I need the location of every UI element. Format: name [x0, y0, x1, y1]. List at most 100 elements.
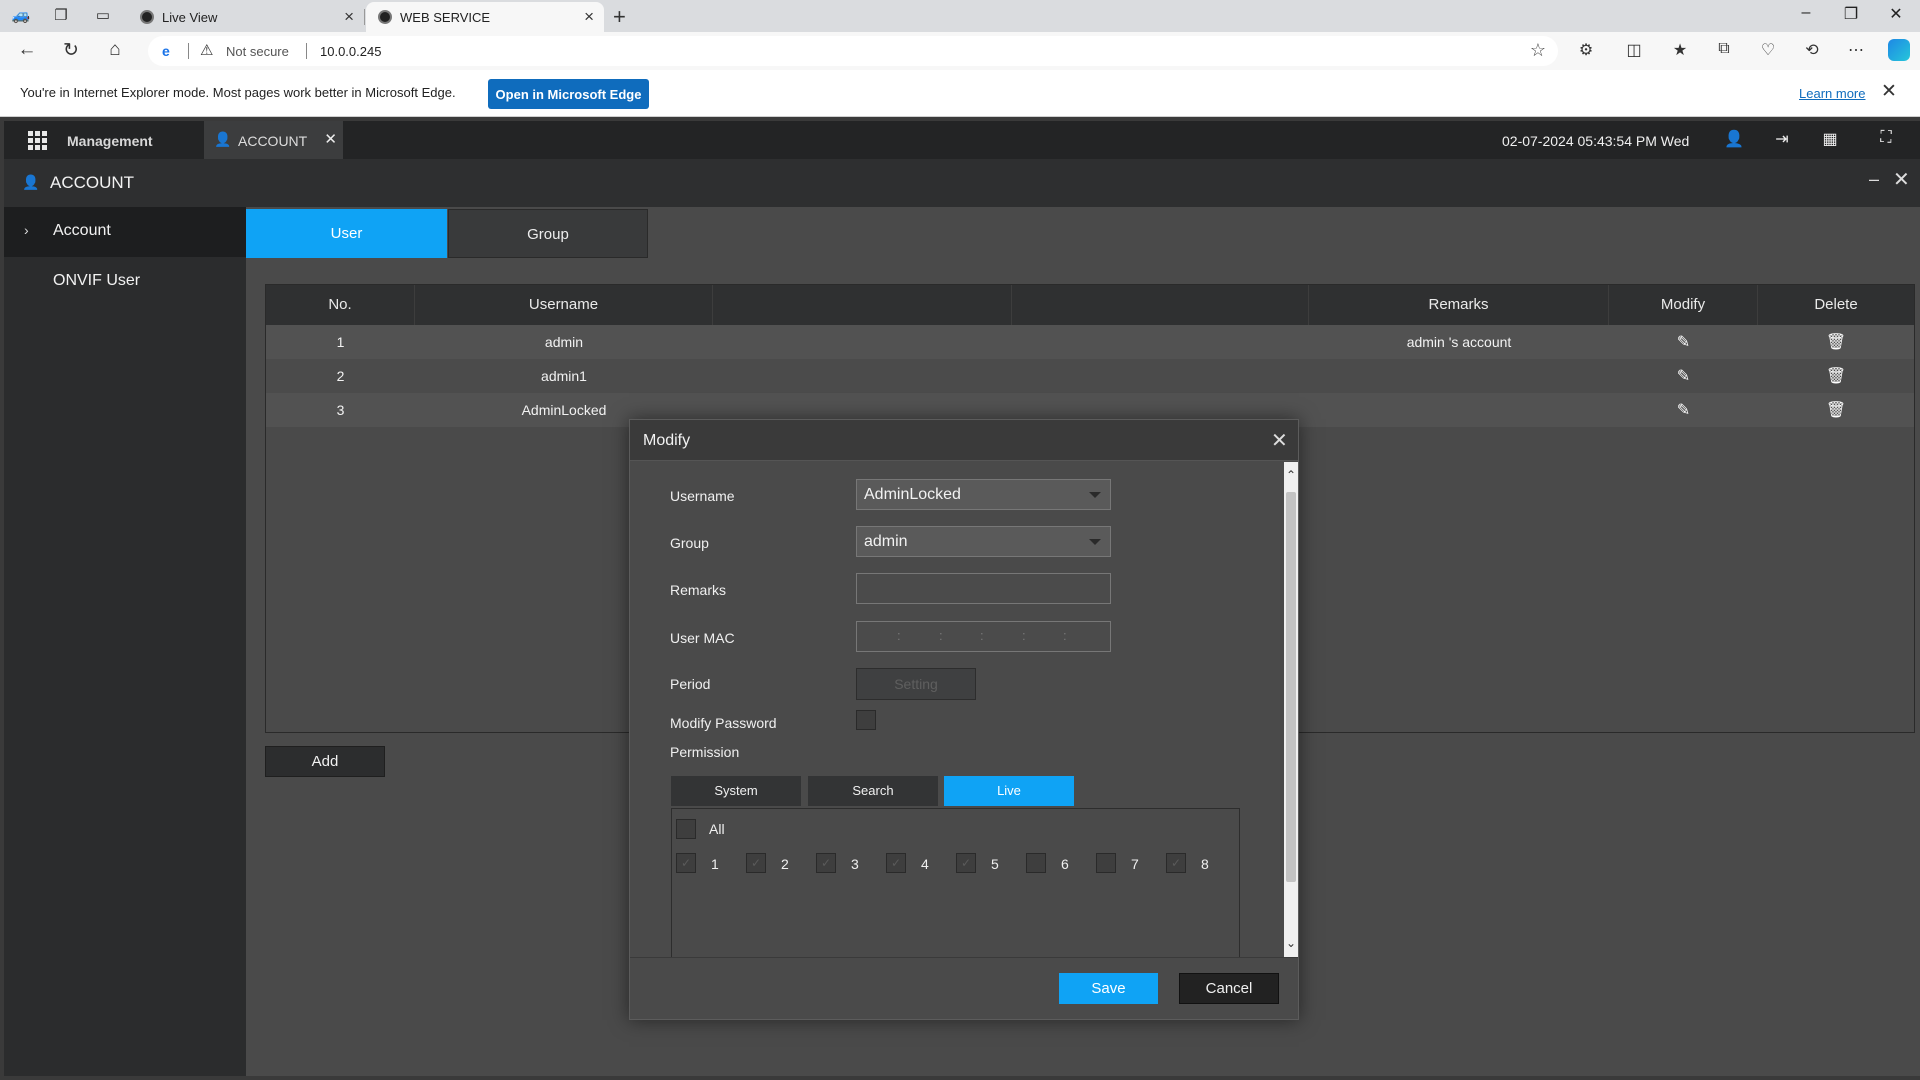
channel-checkbox[interactable] [1026, 853, 1046, 873]
browser-tab-live-view[interactable]: Live View × [128, 2, 365, 32]
back-icon[interactable]: ← [14, 39, 40, 61]
close-panel-icon[interactable]: ✕ [1893, 167, 1910, 192]
pencil-icon[interactable]: ✎ [1677, 368, 1690, 385]
scrollbar-thumb[interactable] [1286, 492, 1296, 882]
ie-reload-icon[interactable]: ⟲ [1800, 40, 1824, 62]
table-row[interactable]: 1 admin admin 's account ✎ 🗑 [266, 325, 1914, 359]
url-text[interactable]: 10.0.0.245 [320, 44, 381, 59]
period-setting-button[interactable]: Setting [856, 668, 976, 700]
ie-mode-icon[interactable]: e [162, 43, 178, 59]
permission-tab-system[interactable]: System [671, 776, 801, 806]
browser-tab-label: Live View [162, 10, 218, 25]
favorite-star-icon[interactable]: ☆ [1530, 40, 1546, 61]
permission-tab-live[interactable]: Live [944, 776, 1074, 806]
browser-essentials-icon[interactable]: ♡ [1756, 40, 1780, 62]
dialog-scrollbar[interactable]: ⌃ ⌄ [1284, 462, 1298, 957]
pencil-icon[interactable]: ✎ [1677, 402, 1690, 419]
channel-checkbox[interactable]: ✓ [1166, 853, 1186, 873]
close-app-tab-icon[interactable]: ✕ [324, 130, 337, 148]
copilot-icon[interactable] [1888, 39, 1910, 61]
restore-window-icon[interactable]: ❐ [1831, 4, 1871, 24]
address-bar[interactable]: e ⚠ Not secure 10.0.0.245 ☆ [148, 36, 1558, 66]
permission-tab-search[interactable]: Search [808, 776, 938, 806]
modify-password-label: Modify Password [670, 715, 777, 731]
channel-checkbox[interactable]: ✓ [746, 853, 766, 873]
refresh-icon[interactable]: ↻ [58, 39, 84, 62]
tab-user[interactable]: User [246, 209, 447, 258]
home-icon[interactable]: ⌂ [102, 39, 128, 61]
sidebar-item-account[interactable]: › Account [4, 207, 246, 257]
chevron-right-icon: › [24, 222, 29, 238]
close-tab-icon[interactable]: × [584, 7, 594, 27]
trash-icon[interactable]: 🗑 [1826, 334, 1846, 351]
browser-tab-web-service[interactable]: WEB SERVICE × [366, 2, 604, 32]
trash-icon[interactable]: 🗑 [1826, 368, 1846, 385]
extensions-icon[interactable]: ⚙ [1574, 40, 1598, 62]
close-tab-icon[interactable]: × [344, 7, 354, 27]
username-select[interactable]: AdminLocked [856, 479, 1111, 510]
split-screen-icon[interactable]: ◫ [1622, 40, 1646, 62]
table-row[interactable]: 2 admin1 ✎ 🗑 [266, 359, 1914, 393]
browser-tab-bar: 🚙 ❐ ▭ Live View × WEB SERVICE × + – ❐ ✕ [0, 0, 1920, 32]
user-icon[interactable]: 👤 [1722, 129, 1746, 151]
modify-button[interactable]: ✎ [1609, 359, 1758, 393]
channel-checkbox[interactable]: ✓ [816, 853, 836, 873]
user-mac-input[interactable]: : : : : : [856, 621, 1111, 652]
pencil-icon[interactable]: ✎ [1677, 334, 1690, 351]
tab-actions-icon[interactable]: ▭ [92, 6, 114, 26]
channel-label: 6 [1061, 856, 1069, 872]
qr-code-icon[interactable]: ▦ [1818, 129, 1842, 151]
collections-icon[interactable]: ⧉ [1712, 40, 1736, 62]
cell-username: admin1 [541, 368, 587, 384]
channel-label: 2 [781, 856, 789, 872]
security-status[interactable]: Not secure [226, 44, 289, 59]
tab-group[interactable]: Group [448, 209, 648, 258]
modify-button[interactable]: ✎ [1609, 325, 1758, 359]
logout-icon[interactable]: ⇥ [1770, 129, 1794, 151]
add-user-button[interactable]: Add [265, 746, 385, 777]
section-title: ACCOUNT [50, 173, 135, 192]
fullscreen-icon[interactable]: ⛶ [1874, 129, 1898, 151]
cell-no: 1 [336, 334, 345, 350]
sidebar-item-onvif-user[interactable]: ONVIF User [4, 257, 246, 307]
delete-button[interactable]: 🗑 [1758, 393, 1914, 427]
workspaces-icon[interactable]: ❐ [50, 6, 72, 26]
scroll-up-icon[interactable]: ⌃ [1284, 467, 1298, 483]
close-infobar-icon[interactable]: ✕ [1881, 80, 1897, 103]
favorites-icon[interactable]: ★ [1668, 40, 1692, 62]
remarks-input[interactable] [856, 573, 1111, 604]
learn-more-link[interactable]: Learn more [1799, 86, 1865, 101]
channel-checkbox[interactable]: ✓ [886, 853, 906, 873]
channel-checkbox[interactable]: ✓ [956, 853, 976, 873]
more-options-icon[interactable]: ⋯ [1844, 40, 1868, 62]
modify-password-checkbox[interactable] [856, 710, 876, 730]
minimize-window-icon[interactable]: – [1786, 4, 1826, 22]
all-channels-label: All [709, 821, 725, 837]
ie-mode-message: You're in Internet Explorer mode. Most p… [20, 85, 456, 100]
minimize-panel-icon[interactable]: – [1869, 169, 1879, 190]
close-window-icon[interactable]: ✕ [1876, 4, 1916, 24]
scroll-down-icon[interactable]: ⌄ [1284, 935, 1298, 951]
main-menu-grid-icon[interactable] [28, 130, 48, 150]
save-button[interactable]: Save [1059, 973, 1158, 1004]
trash-icon[interactable]: 🗑 [1826, 402, 1846, 419]
cancel-button[interactable]: Cancel [1179, 973, 1279, 1004]
management-menu[interactable]: Management [67, 133, 153, 149]
modify-button[interactable]: ✎ [1609, 393, 1758, 427]
profile-icon[interactable]: 🚙 [10, 6, 32, 26]
account-app-tab[interactable]: 👤 ACCOUNT ✕ [204, 121, 343, 159]
all-channels-checkbox[interactable] [676, 819, 696, 839]
open-in-edge-button[interactable]: Open in Microsoft Edge [488, 79, 649, 109]
channel-checkbox[interactable] [1096, 853, 1116, 873]
column-header-delete: Delete [1814, 296, 1858, 313]
group-select[interactable]: admin [856, 526, 1111, 557]
group-label: Group [670, 535, 709, 551]
delete-button[interactable]: 🗑 [1758, 359, 1914, 393]
column-header-no: No. [266, 285, 415, 325]
new-tab-icon[interactable]: + [613, 4, 626, 30]
browser-toolbar: ← ↻ ⌂ e ⚠ Not secure 10.0.0.245 ☆ ⚙ ◫ ★ … [0, 32, 1920, 70]
warning-icon[interactable]: ⚠ [200, 41, 213, 59]
delete-button[interactable]: 🗑 [1758, 325, 1914, 359]
close-dialog-icon[interactable]: ✕ [1271, 428, 1288, 453]
channel-checkbox[interactable]: ✓ [676, 853, 696, 873]
